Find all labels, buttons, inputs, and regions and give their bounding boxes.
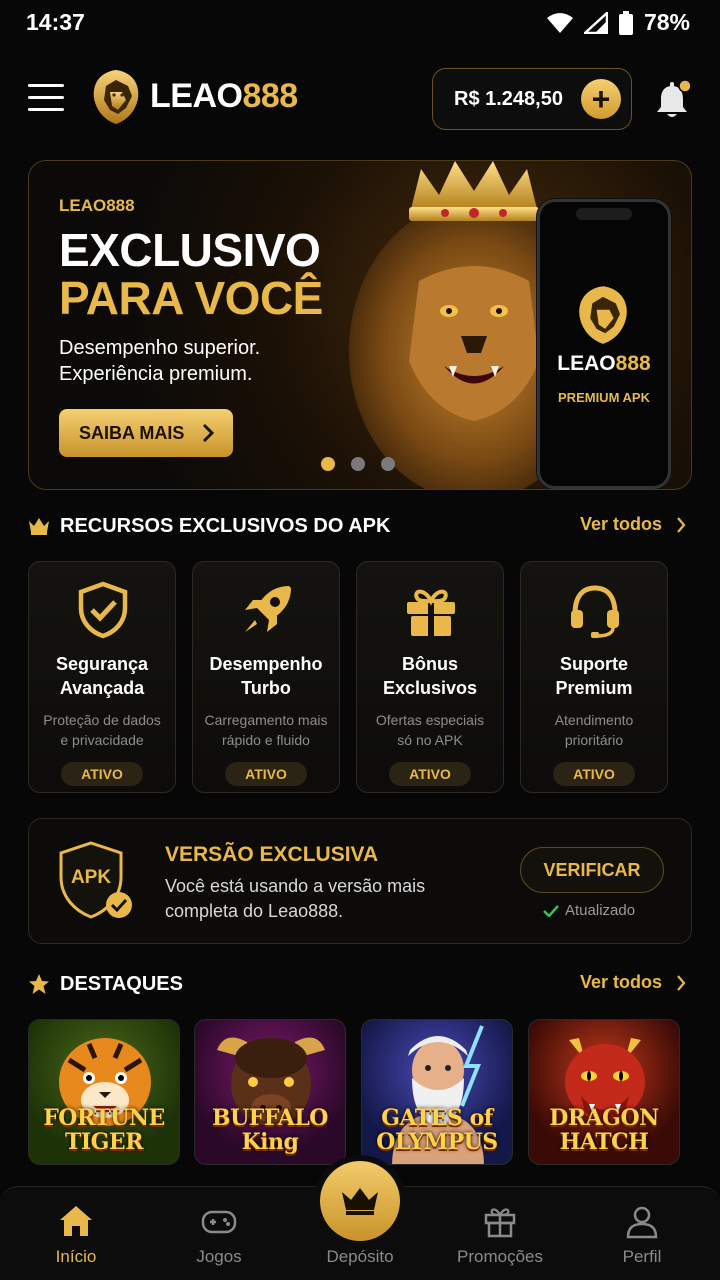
status-badge: ATIVO bbox=[225, 762, 307, 786]
menu-button[interactable] bbox=[28, 84, 64, 114]
banner-title-line2: PARA VOCÊ bbox=[59, 272, 323, 324]
features-see-all-link[interactable]: Ver todos bbox=[580, 514, 686, 535]
feature-title: Desempenho Turbo bbox=[209, 654, 323, 698]
game-card-fortune-tiger[interactable]: FORTUNE TIGER bbox=[28, 1019, 180, 1165]
balance-amount: R$ 1.248,50 bbox=[454, 87, 563, 110]
nav-item-promotions[interactable]: Promoções bbox=[440, 1187, 560, 1280]
feature-title: Segurança Avançada bbox=[55, 654, 149, 698]
headset-icon bbox=[571, 585, 619, 638]
game-title: FORTUNE TIGER bbox=[43, 1105, 165, 1155]
game-card-buffalo-king[interactable]: BUFFALO King bbox=[194, 1019, 346, 1165]
signal-icon bbox=[583, 11, 608, 34]
balance-widget[interactable]: R$ 1.248,50 + bbox=[432, 68, 632, 130]
status-time: 14:37 bbox=[26, 9, 85, 35]
rocket-icon bbox=[245, 586, 291, 632]
notifications-button[interactable] bbox=[654, 79, 692, 120]
lion-logo-icon bbox=[579, 286, 627, 344]
home-icon bbox=[60, 1206, 92, 1236]
update-status: Atualizado bbox=[543, 902, 635, 919]
crown-icon bbox=[342, 1188, 378, 1215]
feature-card-performance[interactable]: Desempenho Turbo Carregamento mais rápido … bbox=[192, 561, 340, 793]
feature-title: Bônus Exclusivos bbox=[382, 654, 478, 698]
app-logo[interactable]: LEAO888 bbox=[88, 66, 298, 126]
apk-version-card: APK VERSÃO EXCLUSIVA Você está usando a … bbox=[28, 818, 692, 944]
status-bar: 14:37 78% bbox=[0, 0, 720, 46]
gift-icon bbox=[484, 1208, 516, 1238]
feature-card-bonus[interactable]: Bônus Exclusivos Ofertas especiais só no A… bbox=[356, 561, 504, 793]
status-badge: ATIVO bbox=[389, 762, 471, 786]
feature-description: Ofertas especiais só no APK bbox=[375, 712, 485, 748]
highlights-section-header: DESTAQUES Ver todos bbox=[28, 968, 692, 1000]
battery-level: 78% bbox=[643, 9, 690, 35]
carousel-dot[interactable] bbox=[381, 457, 395, 471]
nav-item-home[interactable]: Início bbox=[16, 1187, 136, 1280]
chevron-right-icon bbox=[202, 423, 215, 443]
check-icon bbox=[543, 904, 559, 917]
chevron-right-icon bbox=[677, 516, 686, 533]
banner-title-line1: EXCLUSIVO bbox=[59, 224, 321, 276]
game-card-gates-of-olympus[interactable]: GATES of OLYMPUS bbox=[361, 1019, 513, 1165]
star-icon bbox=[29, 974, 49, 994]
hamburger-icon bbox=[28, 84, 64, 87]
verify-button[interactable]: VERIFICAR bbox=[520, 847, 664, 893]
feature-description: Atendimento prioritário bbox=[554, 712, 634, 748]
apk-card-title: VERSÃO EXCLUSIVA bbox=[165, 843, 379, 866]
carousel-indicators bbox=[321, 457, 395, 471]
nav-label: Início bbox=[55, 1247, 97, 1266]
promo-banner[interactable]: LEAO888 EXCLUSIVO PARA VOCÊ Desempenho s… bbox=[28, 160, 692, 490]
gamepad-icon bbox=[201, 1210, 237, 1234]
phone-mockup: LEAO888 PREMIUM APK bbox=[537, 199, 671, 489]
feature-description: Carregamento mais rápido e fluido bbox=[204, 712, 328, 748]
learn-more-label: SAIBA MAIS bbox=[79, 422, 185, 443]
game-card-dragon-hatch[interactable]: DRAGON HATCH bbox=[528, 1019, 680, 1165]
learn-more-button[interactable]: SAIBA MAIS bbox=[59, 409, 233, 457]
lion-logo-icon bbox=[93, 70, 139, 124]
banner-desc-line2: Experiência premium. bbox=[59, 363, 253, 385]
feature-card-support[interactable]: Suporte Premium Atendimento prioritário AT… bbox=[520, 561, 668, 793]
nav-label: Perfil bbox=[622, 1247, 662, 1266]
crown-icon bbox=[29, 518, 49, 535]
feature-title: Suporte Premium bbox=[555, 654, 633, 698]
highlights-section-title: DESTAQUES bbox=[60, 972, 183, 995]
apk-card-desc-line1: Você está usando a versão mais bbox=[165, 876, 426, 896]
apk-shield-icon: APK bbox=[59, 841, 132, 919]
logo-text-part1: LEAO bbox=[150, 76, 243, 115]
feature-card-security[interactable]: Segurança Avançada Proteção de dados e pri… bbox=[28, 561, 176, 793]
battery-icon bbox=[618, 10, 633, 35]
nav-label: Depósito bbox=[326, 1247, 394, 1266]
nav-item-profile[interactable]: Perfil bbox=[582, 1187, 702, 1280]
gift-icon bbox=[407, 589, 455, 636]
nav-label: Jogos bbox=[196, 1247, 242, 1266]
banner-desc-line1: Desempenho superior. bbox=[59, 337, 261, 359]
carousel-dot[interactable] bbox=[351, 457, 365, 471]
banner-brand: LEAO888 bbox=[59, 196, 135, 215]
bell-icon bbox=[657, 79, 692, 117]
shield-check-icon bbox=[78, 581, 128, 639]
carousel-dot[interactable] bbox=[321, 457, 335, 471]
app-header: LEAO888 R$ 1.248,50 + bbox=[0, 60, 720, 140]
game-title: DRAGON HATCH bbox=[549, 1105, 659, 1155]
status-badge: ATIVO bbox=[553, 762, 635, 786]
deposit-button[interactable] bbox=[320, 1161, 400, 1241]
features-section-header: RECURSOS EXCLUSIVOS DO APK Ver todos bbox=[28, 510, 692, 542]
logo-text-part2: 888 bbox=[242, 76, 298, 115]
nav-label: Promoções bbox=[457, 1247, 543, 1266]
nav-item-games[interactable]: Jogos bbox=[159, 1187, 279, 1280]
game-title: GATES of OLYMPUS bbox=[376, 1105, 498, 1155]
user-icon bbox=[626, 1206, 658, 1239]
phone-brand: LEAO888 bbox=[557, 352, 651, 375]
highlights-see-all-link[interactable]: Ver todos bbox=[580, 972, 686, 993]
add-funds-button[interactable]: + bbox=[581, 79, 621, 119]
phone-tag: PREMIUM APK bbox=[558, 390, 650, 405]
chevron-right-icon bbox=[677, 974, 686, 991]
feature-description: Proteção de dados e privacidade bbox=[43, 712, 161, 748]
apk-card-desc-line2: completa do Leao888. bbox=[165, 901, 344, 921]
game-title: BUFFALO King bbox=[212, 1105, 328, 1155]
svg-text:APK: APK bbox=[71, 867, 111, 888]
status-badge: ATIVO bbox=[61, 762, 143, 786]
features-section-title: RECURSOS EXCLUSIVOS DO APK bbox=[60, 514, 391, 537]
wifi-icon bbox=[546, 12, 573, 33]
